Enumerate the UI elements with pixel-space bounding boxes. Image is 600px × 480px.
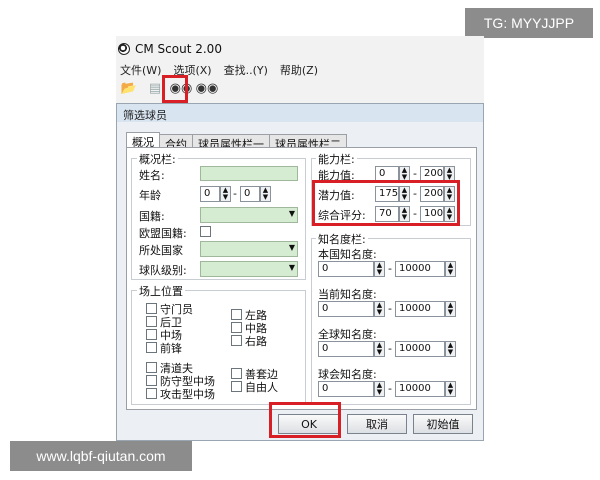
age-label: 年龄 — [139, 189, 161, 202]
home-fame-to-input[interactable]: 10000 — [395, 261, 445, 277]
cancel-button[interactable]: 取消 — [347, 414, 407, 434]
position-label: 攻击型中场 — [160, 388, 215, 401]
age-to-input[interactable]: 0 — [240, 186, 260, 202]
world-fame-dash: - — [388, 342, 392, 355]
title-bar: CM Scout 2.00 — [118, 40, 222, 58]
club-fame-to-spinner[interactable]: ▲ ▼ — [445, 381, 456, 397]
eu-label: 欧盟国籍: — [139, 227, 187, 240]
position-checkbox[interactable] — [146, 362, 157, 373]
tg-label: TG: MYYJJPP — [465, 8, 593, 38]
ability-group-label: 能力栏: — [316, 151, 357, 167]
home-fame-from-spinner[interactable]: ▲ ▼ — [374, 261, 385, 277]
current-fame-to-spinner[interactable]: ▲ ▼ — [445, 301, 456, 317]
name-label: 姓名: — [139, 169, 165, 182]
highlight-potential-rating — [312, 180, 460, 226]
nationality-label: 国籍: — [139, 210, 165, 223]
highlight-toolbar-button — [162, 75, 188, 103]
home-fame-from-input[interactable]: 0 — [318, 261, 374, 277]
name-input[interactable] — [200, 166, 298, 181]
position-label: 右路 — [245, 335, 267, 348]
menu-bar: 文件(W) 选项(X) 查找..(Y) 帮助(Z) — [120, 62, 318, 78]
club-fame-dash: - — [388, 382, 392, 395]
world-fame-from-spinner[interactable]: ▲ ▼ — [374, 341, 385, 357]
position-checkbox[interactable] — [146, 303, 157, 314]
club-fame-to-input[interactable]: 10000 — [395, 381, 445, 397]
position-checkbox[interactable] — [231, 368, 242, 379]
position-checkbox[interactable] — [146, 316, 157, 327]
position-checkbox[interactable] — [146, 329, 157, 340]
menu-file[interactable]: 文件(W) — [120, 62, 161, 78]
highlight-ok-button — [269, 402, 341, 438]
world-fame-to-spinner[interactable]: ▲ ▼ — [445, 341, 456, 357]
home-fame-to-spinner[interactable]: ▲ ▼ — [445, 261, 456, 277]
ability-dash: - — [413, 167, 417, 180]
current-fame-dash: - — [388, 302, 392, 315]
world-fame-to-input[interactable]: 10000 — [395, 341, 445, 357]
home-fame-dash: - — [388, 262, 392, 275]
country-label: 所处国家 — [139, 244, 183, 257]
app-logo-icon — [118, 43, 130, 55]
country-select[interactable]: ▼ — [200, 241, 298, 257]
club-fame-from-spinner[interactable]: ▲ ▼ — [374, 381, 385, 397]
watermark: www.lqbf-qiutan.com — [10, 441, 192, 471]
league-label: 球队级别: — [139, 264, 187, 277]
dialog-title: 筛选球员 — [117, 104, 483, 122]
position-group-label: 场上位置 — [137, 283, 185, 299]
eu-checkbox[interactable] — [200, 226, 211, 237]
age-dash: - — [233, 187, 237, 200]
menu-find[interactable]: 查找..(Y) — [224, 62, 268, 78]
open-folder-icon[interactable]: 📂 — [120, 80, 138, 96]
league-select[interactable]: ▼ — [200, 261, 298, 277]
position-checkbox[interactable] — [231, 322, 242, 333]
app-title: CM Scout 2.00 — [135, 42, 222, 56]
world-fame-from-input[interactable]: 0 — [318, 341, 374, 357]
position-checkbox[interactable] — [231, 335, 242, 346]
world-fame-label: 全球知名度: — [318, 328, 377, 341]
position-checkbox[interactable] — [146, 375, 157, 386]
overview-group-label: 概况栏: — [137, 151, 178, 167]
club-fame-label: 球会知名度: — [318, 368, 377, 381]
position-checkbox[interactable] — [146, 388, 157, 399]
current-fame-from-input[interactable]: 0 — [318, 301, 374, 317]
position-checkbox[interactable] — [231, 309, 242, 320]
position-label: 自由人 — [245, 381, 278, 394]
current-fame-to-input[interactable]: 10000 — [395, 301, 445, 317]
age-from-spinner[interactable]: ▲ ▼ — [220, 186, 231, 202]
home-fame-label: 本国知名度: — [318, 248, 377, 261]
age-to-spinner[interactable]: ▲ ▼ — [260, 186, 271, 202]
position-label: 前锋 — [160, 342, 182, 355]
chevron-down-icon: ▼ — [288, 243, 295, 252]
menu-help[interactable]: 帮助(Z) — [280, 62, 318, 78]
current-fame-from-spinner[interactable]: ▲ ▼ — [374, 301, 385, 317]
position-checkbox[interactable] — [146, 342, 157, 353]
fame-group-label: 知名度栏: — [316, 231, 368, 247]
nationality-select[interactable]: ▼ — [200, 207, 298, 223]
position-group — [131, 290, 306, 405]
chevron-down-icon: ▼ — [288, 209, 295, 218]
chevron-down-icon: ▼ — [288, 263, 295, 272]
club-fame-from-input[interactable]: 0 — [318, 381, 374, 397]
age-from-input[interactable]: 0 — [200, 186, 220, 202]
binoculars-search-icon[interactable]: ◉◉ — [196, 80, 219, 96]
reset-button[interactable]: 初始值 — [413, 414, 473, 434]
current-fame-label: 当前知名度: — [318, 288, 377, 301]
position-checkbox[interactable] — [231, 381, 242, 392]
